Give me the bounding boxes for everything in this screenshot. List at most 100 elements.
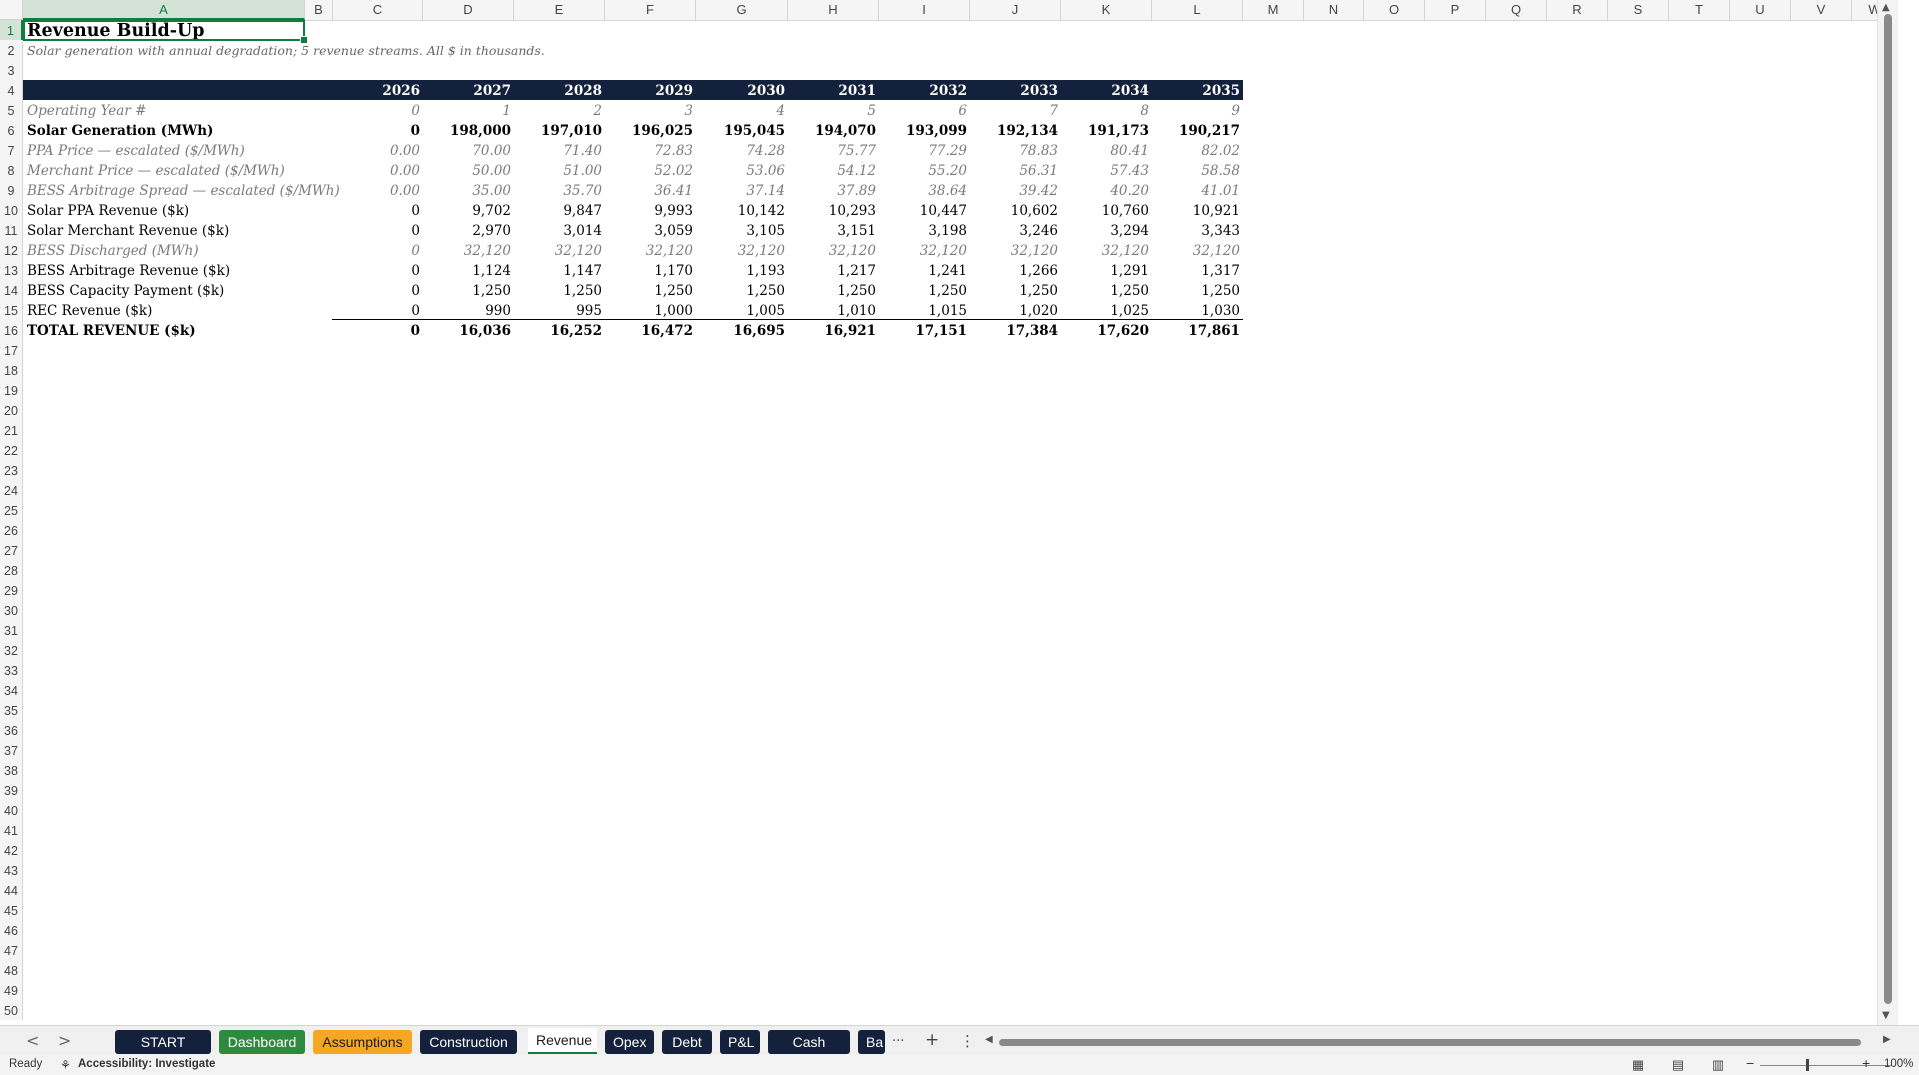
row-header[interactable]: 49 xyxy=(0,980,23,1000)
row-header[interactable]: 19 xyxy=(0,380,23,400)
row-header[interactable]: 47 xyxy=(0,940,23,960)
column-header-o[interactable]: O xyxy=(1364,0,1425,20)
vertical-scroll-thumb[interactable] xyxy=(1884,14,1892,1004)
sheet-tab-opex[interactable]: Opex xyxy=(605,1030,654,1054)
sheet-tab-assumptions[interactable]: Assumptions xyxy=(313,1030,412,1054)
column-header-k[interactable]: K xyxy=(1061,0,1152,20)
page-layout-icon[interactable]: ▤ xyxy=(1670,1057,1686,1072)
row-header[interactable]: 31 xyxy=(0,620,23,640)
row-header[interactable]: 33 xyxy=(0,660,23,680)
grid-view-icon[interactable]: ▦ xyxy=(1630,1057,1646,1072)
column-header-j[interactable]: J xyxy=(970,0,1061,20)
row-header[interactable]: 7 xyxy=(0,140,23,160)
row-header[interactable]: 16 xyxy=(0,320,23,340)
row-header[interactable]: 43 xyxy=(0,860,23,880)
row-header[interactable]: 50 xyxy=(0,1000,23,1020)
row-header[interactable]: 32 xyxy=(0,640,23,660)
horizontal-scrollbar[interactable]: ◀ ▶ xyxy=(985,1034,1895,1048)
row-header[interactable]: 25 xyxy=(0,500,23,520)
vertical-scrollbar[interactable]: ▲ ▼ xyxy=(1877,0,1898,1025)
horizontal-scroll-thumb[interactable] xyxy=(999,1039,1861,1046)
sheet-tab-p-l[interactable]: P&L xyxy=(720,1030,760,1054)
row-header[interactable]: 36 xyxy=(0,720,23,740)
column-header-p[interactable]: P xyxy=(1425,0,1486,20)
row-header[interactable]: 13 xyxy=(0,260,23,280)
column-header-e[interactable]: E xyxy=(514,0,605,20)
zoom-slider[interactable] xyxy=(1760,1065,1892,1066)
sheet-options-icon[interactable]: ⋮ xyxy=(960,1032,975,1050)
row-header[interactable]: 24 xyxy=(0,480,23,500)
column-header-h[interactable]: H xyxy=(788,0,879,20)
column-header-g[interactable]: G xyxy=(696,0,788,20)
column-header-i[interactable]: I xyxy=(879,0,970,20)
row-header[interactable]: 9 xyxy=(0,180,23,200)
more-sheets-icon[interactable]: ··· xyxy=(892,1034,904,1049)
sheet-tab-ba[interactable]: Ba xyxy=(858,1030,885,1054)
add-sheet-icon[interactable]: + xyxy=(925,1030,939,1050)
row-header[interactable]: 37 xyxy=(0,740,23,760)
row-header[interactable]: 4 xyxy=(0,80,23,100)
row-header[interactable]: 44 xyxy=(0,880,23,900)
row-header[interactable]: 29 xyxy=(0,580,23,600)
row-header[interactable]: 2 xyxy=(0,40,23,60)
column-header-d[interactable]: D xyxy=(423,0,514,20)
row-header[interactable]: 35 xyxy=(0,700,23,720)
zoom-level[interactable]: 100% xyxy=(1884,1058,1913,1070)
row-header[interactable]: 3 xyxy=(0,60,23,80)
row-header[interactable]: 40 xyxy=(0,800,23,820)
row-header[interactable]: 23 xyxy=(0,460,23,480)
row-header[interactable]: 1 xyxy=(0,20,23,40)
sheet-tab-dashboard[interactable]: Dashboard xyxy=(219,1030,305,1054)
fill-handle[interactable] xyxy=(300,36,308,44)
column-header-f[interactable]: F xyxy=(605,0,696,20)
row-header[interactable]: 28 xyxy=(0,560,23,580)
sheet-tab-cash-flow[interactable]: Cash Flow xyxy=(768,1030,850,1054)
row-header[interactable]: 12 xyxy=(0,240,23,260)
scroll-up-icon[interactable]: ▲ xyxy=(1882,2,1890,13)
accessibility-status[interactable]: Accessibility: Investigate xyxy=(78,1058,215,1070)
row-header[interactable]: 20 xyxy=(0,400,23,420)
column-header-n[interactable]: N xyxy=(1304,0,1364,20)
row-header[interactable]: 18 xyxy=(0,360,23,380)
row-header[interactable]: 27 xyxy=(0,540,23,560)
column-header-c[interactable]: C xyxy=(333,0,423,20)
page-break-icon[interactable]: ▥ xyxy=(1710,1057,1726,1072)
row-header[interactable]: 8 xyxy=(0,160,23,180)
row-header[interactable]: 38 xyxy=(0,760,23,780)
column-header-b[interactable]: B xyxy=(305,0,333,20)
row-header[interactable]: 45 xyxy=(0,900,23,920)
row-header[interactable]: 10 xyxy=(0,200,23,220)
row-header[interactable]: 21 xyxy=(0,420,23,440)
column-header-a[interactable]: A xyxy=(23,0,305,20)
column-header-r[interactable]: R xyxy=(1547,0,1608,20)
row-header[interactable]: 26 xyxy=(0,520,23,540)
prev-sheet-icon[interactable]: < xyxy=(26,1031,39,1050)
zoom-out-button[interactable]: − xyxy=(1746,1055,1754,1071)
row-header[interactable]: 14 xyxy=(0,280,23,300)
row-header[interactable]: 15 xyxy=(0,300,23,320)
row-header[interactable]: 17 xyxy=(0,340,23,360)
sheet-tab-revenue[interactable]: Revenue xyxy=(528,1028,597,1054)
select-all-corner[interactable] xyxy=(0,0,23,20)
sheet-tab-start-here[interactable]: START HERE xyxy=(115,1030,211,1054)
scroll-right-icon[interactable]: ▶ xyxy=(1883,1034,1891,1045)
row-header[interactable]: 48 xyxy=(0,960,23,980)
next-sheet-icon[interactable]: > xyxy=(58,1031,71,1050)
column-header-m[interactable]: M xyxy=(1243,0,1304,20)
row-header[interactable]: 5 xyxy=(0,100,23,120)
row-header[interactable]: 41 xyxy=(0,820,23,840)
zoom-slider-thumb[interactable] xyxy=(1806,1059,1809,1071)
spreadsheet-grid[interactable]: ABCDEFGHIJKLMNOPQRSTUVW 1 2 3 4 5 6 7 8 9 10 11 12 1… xyxy=(0,0,1898,1025)
scroll-left-icon[interactable]: ◀ xyxy=(985,1034,993,1045)
row-header[interactable]: 22 xyxy=(0,440,23,460)
column-header-t[interactable]: T xyxy=(1669,0,1730,20)
sheet-tab-debt[interactable]: Debt xyxy=(662,1030,712,1054)
column-header-q[interactable]: Q xyxy=(1486,0,1547,20)
row-header[interactable]: 11 xyxy=(0,220,23,240)
row-header[interactable]: 34 xyxy=(0,680,23,700)
row-header[interactable]: 46 xyxy=(0,920,23,940)
row-header[interactable]: 6 xyxy=(0,120,23,140)
row-header[interactable]: 39 xyxy=(0,780,23,800)
column-header-s[interactable]: S xyxy=(1608,0,1669,20)
sheet-tab-construction[interactable]: Construction xyxy=(420,1030,517,1054)
